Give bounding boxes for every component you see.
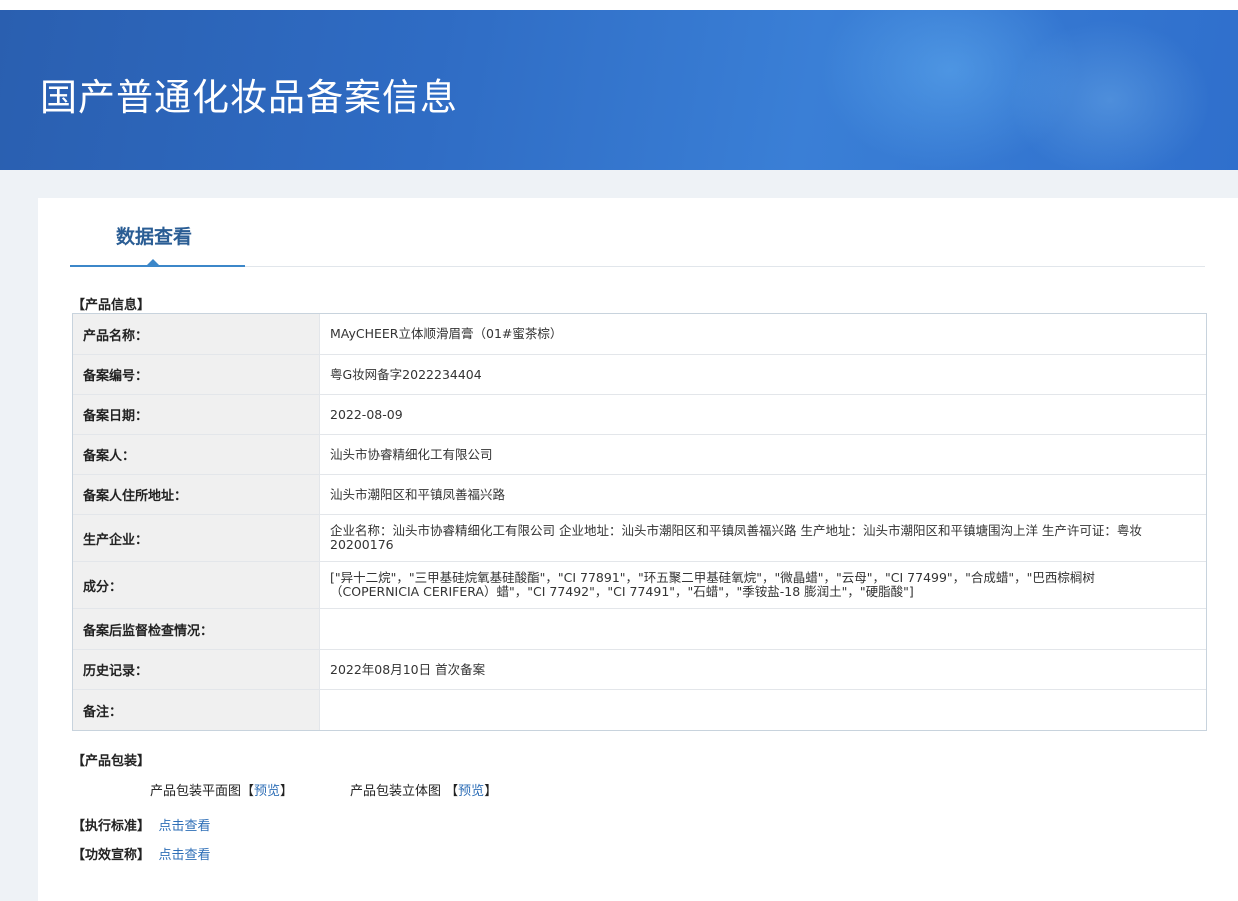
row-label: 备注： bbox=[73, 690, 320, 730]
row-label: 备案后监督检查情况： bbox=[73, 609, 320, 649]
packaging-flat: 产品包装平面图【预览】 bbox=[150, 780, 293, 799]
packaging-solid: 产品包装立体图 【预览】 bbox=[350, 780, 497, 799]
tab-divider bbox=[245, 266, 1205, 267]
row-value: 企业名称：汕头市协睿精细化工有限公司 企业地址：汕头市潮阳区和平镇凤善福兴路 生… bbox=[330, 523, 1142, 552]
bracket: 】 bbox=[484, 784, 498, 799]
packaging-flat-label: 产品包装平面图 bbox=[150, 784, 242, 799]
header-banner: 国产普通化妆品备案信息 bbox=[0, 10, 1238, 170]
tab-data-view[interactable]: 数据查看 bbox=[116, 222, 192, 249]
bracket: 【 bbox=[241, 784, 255, 799]
tab-indicator-arrow bbox=[147, 259, 159, 265]
table-row: 备案日期： 2022-08-09 bbox=[73, 395, 1206, 435]
product-info-table: 产品名称： MAyCHEER立体顺滑眉膏（01#蜜茶棕） 备案编号： 粤G妆网备… bbox=[72, 313, 1207, 731]
packaging-solid-label: 产品包装立体图 bbox=[350, 784, 442, 799]
table-row: 成分： ["异十二烷"，"三甲基硅烷氧基硅酸酯"，"CI 77891"，"环五聚… bbox=[73, 562, 1206, 609]
bracket: 【 bbox=[445, 784, 459, 799]
table-row: 历史记录： 2022年08月10日 首次备案 bbox=[73, 650, 1206, 690]
table-row: 备案编号： 粤G妆网备字2022234404 bbox=[73, 355, 1206, 395]
table-row: 备注： bbox=[73, 690, 1206, 730]
row-value: 汕头市潮阳区和平镇凤善福兴路 bbox=[330, 486, 506, 502]
row-label: 备案日期： bbox=[73, 395, 320, 434]
page-title: 国产普通化妆品备案信息 bbox=[40, 76, 458, 119]
row-label: 备案编号： bbox=[73, 355, 320, 394]
section-title-packaging: 【产品包装】 bbox=[72, 754, 151, 769]
section-title-efficacy: 【功效宣称】 bbox=[72, 848, 151, 863]
row-value: MAyCHEER立体顺滑眉膏（01#蜜茶棕） bbox=[330, 326, 563, 341]
preview-solid-link[interactable]: 预览 bbox=[458, 784, 484, 799]
row-label: 成分： bbox=[73, 562, 320, 608]
table-row: 产品名称： MAyCHEER立体顺滑眉膏（01#蜜茶棕） bbox=[73, 314, 1206, 355]
section-title-product-info: 【产品信息】 bbox=[72, 298, 151, 313]
table-row: 备案人住所地址： 汕头市潮阳区和平镇凤善福兴路 bbox=[73, 475, 1206, 515]
row-value: 粤G妆网备字2022234404 bbox=[330, 366, 482, 382]
banner-decoration bbox=[1010, 20, 1210, 170]
table-row: 备案后监督检查情况： bbox=[73, 609, 1206, 650]
bracket: 】 bbox=[280, 784, 294, 799]
section-title-standard: 【执行标准】 bbox=[72, 819, 151, 834]
section-standard: 【执行标准】 点击查看 bbox=[72, 815, 211, 834]
table-row: 生产企业： 企业名称：汕头市协睿精细化工有限公司 企业地址：汕头市潮阳区和平镇凤… bbox=[73, 515, 1206, 562]
row-value bbox=[320, 609, 1206, 649]
row-value: ["异十二烷"，"三甲基硅烷氧基硅酸酯"，"CI 77891"，"环五聚二甲基硅… bbox=[330, 570, 1095, 599]
section-efficacy: 【功效宣称】 点击查看 bbox=[72, 844, 211, 863]
tab-underline bbox=[70, 265, 245, 267]
preview-flat-link[interactable]: 预览 bbox=[254, 784, 280, 799]
content-panel: 数据查看 【产品信息】 产品名称： MAyCHEER立体顺滑眉膏（01#蜜茶棕）… bbox=[38, 198, 1238, 901]
standard-view-link[interactable]: 点击查看 bbox=[159, 819, 211, 834]
row-value: 2022年08月10日 首次备案 bbox=[330, 661, 486, 677]
row-value: 2022-08-09 bbox=[330, 406, 403, 422]
row-label: 产品名称： bbox=[73, 314, 320, 354]
row-label: 生产企业： bbox=[73, 515, 320, 561]
top-strip bbox=[0, 0, 1238, 10]
row-label: 备案人住所地址： bbox=[73, 475, 320, 514]
row-value bbox=[320, 690, 1206, 730]
row-label: 历史记录： bbox=[73, 650, 320, 689]
efficacy-view-link[interactable]: 点击查看 bbox=[159, 848, 211, 863]
row-value: 汕头市协睿精细化工有限公司 bbox=[330, 446, 493, 462]
table-row: 备案人： 汕头市协睿精细化工有限公司 bbox=[73, 435, 1206, 475]
row-label: 备案人： bbox=[73, 435, 320, 474]
